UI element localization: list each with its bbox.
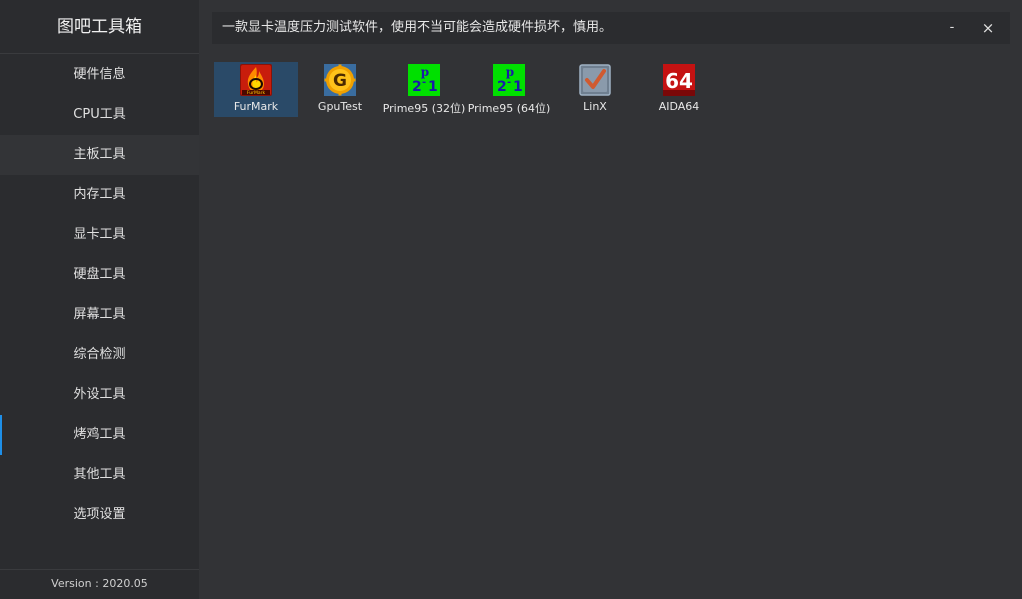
sidebar-item-hardware-info[interactable]: 硬件信息	[0, 55, 199, 95]
tool-aida64[interactable]: 64 AIDA64	[637, 62, 721, 117]
tool-prime95-32[interactable]: p 2 - 1 Prime95 (32位)	[382, 62, 466, 117]
header-bar: 一款显卡温度压力测试软件，使用不当可能会造成硬件损坏，慎用。 - ×	[212, 12, 1010, 44]
tool-description: 一款显卡温度压力测试软件，使用不当可能会造成硬件损坏，慎用。	[222, 20, 613, 35]
minimize-button[interactable]: -	[940, 16, 964, 40]
svg-text:1: 1	[513, 79, 523, 95]
sidebar-item-label: 选项设置	[73, 507, 126, 522]
linx-icon	[579, 64, 611, 96]
furmark-icon: FurMark	[240, 64, 272, 96]
tool-label: FurMark	[233, 100, 279, 113]
tool-label: Prime95 (32位)	[382, 102, 466, 115]
app-window: 图吧工具箱 硬件信息 CPU工具 主板工具 内存工具 显卡工具 硬盘工具 屏幕工…	[0, 0, 1022, 599]
sidebar-item-memory-tools[interactable]: 内存工具	[0, 175, 199, 215]
sidebar-item-label: 外设工具	[73, 387, 126, 402]
svg-text:FurMark: FurMark	[247, 90, 266, 96]
prime95-icon: p 2 - 1	[408, 64, 440, 96]
svg-text:1: 1	[428, 79, 438, 95]
tool-label: GpuTest	[317, 100, 363, 113]
tool-label: AIDA64	[658, 100, 700, 113]
sidebar-item-label: 硬件信息	[73, 67, 126, 82]
tool-linx[interactable]: LinX	[553, 62, 637, 117]
tool-label: LinX	[583, 100, 607, 113]
prime95-icon: p 2 - 1	[493, 64, 525, 96]
sidebar-item-cpu-tools[interactable]: CPU工具	[0, 95, 199, 135]
sidebar-item-label: 硬盘工具	[73, 267, 126, 282]
sidebar-item-stress-tools[interactable]: 烤鸡工具	[0, 415, 199, 455]
sidebar-item-label: 显卡工具	[73, 227, 126, 242]
tool-prime95-64[interactable]: p 2 - 1 Prime95 (64位)	[467, 62, 551, 117]
svg-text:-: -	[507, 77, 511, 88]
tool-gputest[interactable]: G GpuTest	[298, 62, 382, 117]
version-label: Version : 2020.05	[0, 569, 199, 599]
tool-label: Prime95 (64位)	[467, 102, 551, 115]
svg-text:-: -	[422, 77, 426, 88]
sidebar: 图吧工具箱 硬件信息 CPU工具 主板工具 内存工具 显卡工具 硬盘工具 屏幕工…	[0, 0, 199, 599]
sidebar-item-label: 屏幕工具	[73, 307, 126, 322]
svg-text:2: 2	[497, 79, 507, 95]
aida64-icon: 64	[663, 64, 695, 96]
gputest-icon: G	[324, 64, 356, 96]
tool-furmark[interactable]: FurMark FurMark	[214, 62, 298, 117]
sidebar-item-label: 其他工具	[73, 467, 126, 482]
sidebar-item-settings[interactable]: 选项设置	[0, 495, 199, 535]
sidebar-item-screen-tools[interactable]: 屏幕工具	[0, 295, 199, 335]
sidebar-item-other-tools[interactable]: 其他工具	[0, 455, 199, 495]
sidebar-nav: 硬件信息 CPU工具 主板工具 内存工具 显卡工具 硬盘工具 屏幕工具 综合检测…	[0, 55, 199, 535]
sidebar-item-label: 主板工具	[73, 147, 126, 162]
app-title: 图吧工具箱	[0, 0, 199, 54]
sidebar-item-label: CPU工具	[73, 107, 126, 122]
svg-text:64: 64	[665, 69, 693, 93]
sidebar-item-disk-tools[interactable]: 硬盘工具	[0, 255, 199, 295]
sidebar-item-label: 烤鸡工具	[73, 427, 126, 442]
sidebar-item-comprehensive-test[interactable]: 综合检测	[0, 335, 199, 375]
sidebar-item-label: 综合检测	[73, 347, 126, 362]
close-button[interactable]: ×	[976, 16, 1000, 40]
sidebar-item-peripheral-tools[interactable]: 外设工具	[0, 375, 199, 415]
svg-text:2: 2	[412, 79, 422, 95]
svg-text:G: G	[333, 71, 347, 91]
sidebar-item-label: 内存工具	[73, 187, 126, 202]
sidebar-item-gpu-tools[interactable]: 显卡工具	[0, 215, 199, 255]
sidebar-item-motherboard-tools[interactable]: 主板工具	[0, 135, 199, 175]
